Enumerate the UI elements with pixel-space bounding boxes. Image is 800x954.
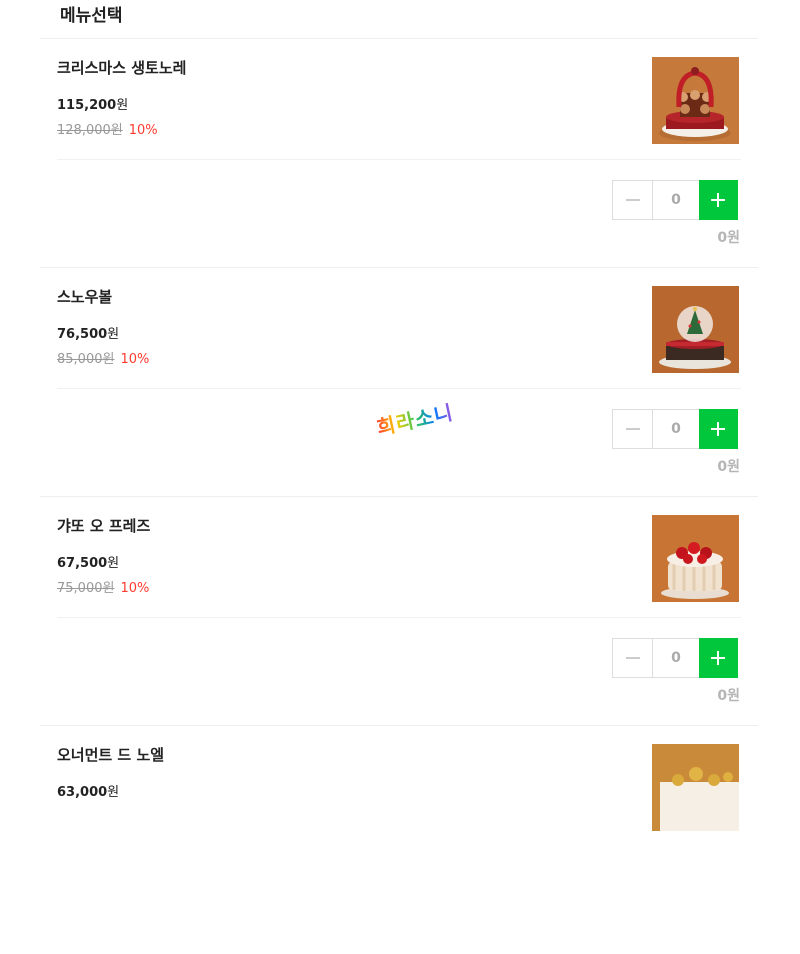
discount-rate: 10% [120, 352, 150, 367]
item-price: 115,200원 [57, 94, 128, 113]
increase-button[interactable] [698, 409, 738, 449]
original-price: 128,000원 [57, 123, 123, 138]
strawberry-cake-image [652, 515, 739, 602]
item-original-price: 85,000원 10% [57, 348, 149, 367]
saint-honore-cake-image [652, 57, 739, 144]
decrease-button[interactable] [613, 181, 654, 219]
item-name: 스노우볼 [57, 288, 113, 306]
menu-item: 스노우볼 76,500원 85,000원 10% 0 0원 [40, 268, 758, 497]
item-subtotal: 0원 [717, 230, 740, 246]
quantity-value[interactable]: 0 [653, 639, 698, 677]
menu-item: 오너먼트 드 노엘 63,000원 [40, 726, 758, 954]
noel-cake-image [652, 744, 739, 831]
price-unit: 원 [107, 327, 120, 342]
section-title: 메뉴선택 [40, 0, 758, 39]
decrease-button[interactable] [613, 639, 654, 677]
price-unit: 원 [116, 98, 129, 113]
increase-button[interactable] [698, 638, 738, 678]
menu-page: 메뉴선택 크리스마스 생토노레 115,200원 128,000원 10% 0 … [40, 0, 758, 954]
item-price: 67,500원 [57, 552, 119, 571]
price-value: 76,500 [57, 327, 108, 342]
item-subtotal: 0원 [717, 459, 740, 475]
quantity-stepper[interactable]: 0 [612, 180, 738, 220]
item-name: 갸또 오 프레즈 [57, 517, 151, 535]
cake-thumbnail[interactable] [652, 57, 739, 144]
divider [57, 388, 741, 389]
plus-icon [711, 422, 726, 436]
quantity-stepper[interactable]: 0 [612, 409, 738, 449]
cake-thumbnail[interactable] [652, 286, 739, 373]
price-value: 67,500 [57, 556, 108, 571]
discount-rate: 10% [128, 123, 158, 138]
decrease-button[interactable] [613, 410, 654, 448]
quantity-value[interactable]: 0 [653, 181, 698, 219]
quantity-stepper[interactable]: 0 [612, 638, 738, 678]
cake-thumbnail[interactable] [652, 515, 739, 602]
divider [57, 617, 741, 618]
snowball-cake-image [652, 286, 739, 373]
discount-rate: 10% [120, 581, 150, 596]
divider [57, 159, 741, 160]
item-original-price: 75,000원 10% [57, 577, 149, 596]
original-price: 75,000원 [57, 581, 115, 596]
menu-item: 갸또 오 프레즈 67,500원 75,000원 10% 0 0원 [40, 497, 758, 726]
original-price: 85,000원 [57, 352, 115, 367]
item-name: 오너먼트 드 노엘 [57, 746, 165, 764]
item-price: 76,500원 [57, 323, 119, 342]
item-original-price: 128,000원 10% [57, 119, 158, 138]
plus-icon [711, 193, 726, 207]
price-value: 115,200 [57, 98, 117, 113]
minus-icon [625, 428, 640, 430]
cake-thumbnail[interactable] [652, 744, 739, 831]
increase-button[interactable] [698, 180, 738, 220]
item-price: 63,000원 [57, 781, 119, 800]
minus-icon [625, 199, 640, 201]
menu-item: 크리스마스 생토노레 115,200원 128,000원 10% 0 0원 [40, 39, 758, 268]
item-name: 크리스마스 생토노레 [57, 59, 187, 77]
item-subtotal: 0원 [717, 688, 740, 704]
quantity-value[interactable]: 0 [653, 410, 698, 448]
plus-icon [711, 651, 726, 665]
minus-icon [625, 657, 640, 659]
price-unit: 원 [107, 556, 120, 571]
